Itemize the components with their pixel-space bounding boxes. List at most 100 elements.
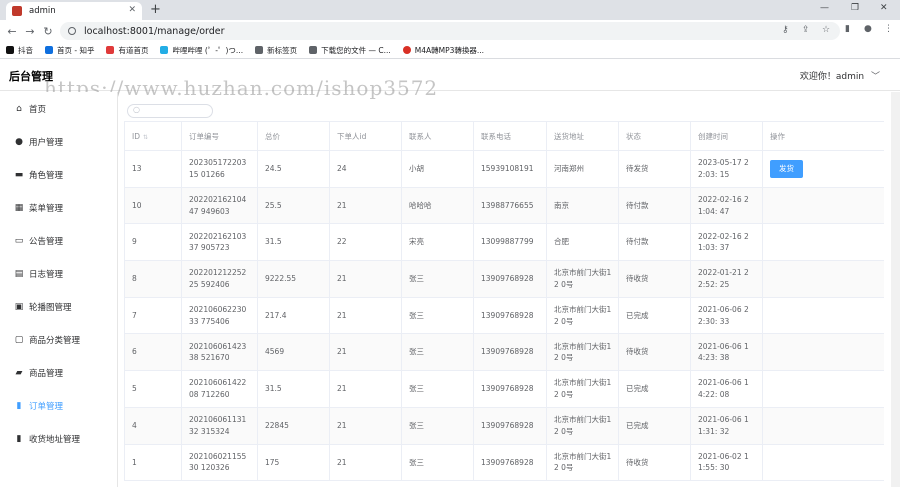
sidebar-item-roles[interactable]: ▬ 角色管理 <box>0 158 117 191</box>
cell-action <box>762 223 884 262</box>
cell-user-id: 21 <box>329 444 402 482</box>
sidebar-item-logs[interactable]: ▤ 日志管理 <box>0 257 117 290</box>
cell-created: 2021-06-06 14:23: 38 <box>690 333 763 372</box>
sidebar-item-categories[interactable]: ▢ 商品分类管理 <box>0 323 117 356</box>
cell-action <box>762 333 884 372</box>
cell-phone: 13909768928 <box>473 333 547 372</box>
cell-order-no: 20220216210337 905723 <box>181 223 258 262</box>
sort-icon[interactable]: ⇅ <box>143 134 148 141</box>
chart-icon: ▮ <box>16 400 22 411</box>
cell-user-id: 21 <box>329 407 402 445</box>
cell-contact: 张三 <box>401 297 474 335</box>
cell-address: 合肥 <box>546 223 619 262</box>
back-icon[interactable]: ← <box>3 25 21 38</box>
cell-phone: 13099887799 <box>473 223 547 262</box>
bookmark-item[interactable]: 抖音 <box>6 45 33 56</box>
cell-user-id: 22 <box>329 223 402 262</box>
table-row: 5 20210606142208 712260 31.5 21 张三 1390976892… <box>124 370 884 408</box>
cell-total: 175 <box>257 444 330 482</box>
cell-address: 北京市前门大街12 0号 <box>546 407 619 445</box>
cell-created: 2022-02-16 21:03: 37 <box>690 223 763 262</box>
table-row: 6 20210606142338 521670 4569 21 张三 1390976892… <box>124 333 884 372</box>
table-header-row: ID ⇅ 订单编号 总价 下单人id 联系人 联系电话 送货地址 状态 创建时间 … <box>124 121 884 151</box>
favicon-icon <box>12 6 22 16</box>
reload-icon[interactable]: ↻ <box>39 25 57 38</box>
site-info-icon[interactable] <box>68 27 76 35</box>
bookmark-item[interactable]: 首页 - 知乎 <box>45 45 94 56</box>
cell-action <box>762 407 884 445</box>
key-icon[interactable]: ⚷ <box>782 25 789 35</box>
bookmark-icon <box>106 46 115 54</box>
table-row: 4 20210606113132 315324 22845 21 张三 139097689… <box>124 407 884 445</box>
cell-total: 31.5 <box>257 223 330 262</box>
column-header: 总价 <box>257 121 330 151</box>
cell-status: 待付款 <box>618 187 691 225</box>
sidebar-item-goods[interactable]: ▰ 商品管理 <box>0 356 117 389</box>
cell-total: 24.5 <box>257 150 330 188</box>
column-header-id[interactable]: ID ⇅ <box>124 121 182 151</box>
profile-icon[interactable]: ● <box>864 24 872 34</box>
sidebar-item-orders[interactable]: ▮ 订单管理 <box>0 389 117 422</box>
scrollbar[interactable] <box>891 92 900 487</box>
maximize-icon[interactable]: ❐ <box>851 3 859 13</box>
app-header: 后台管理 欢迎你！admin ﹀ <box>0 59 900 91</box>
sidebar-item-users[interactable]: ● 用户管理 <box>0 125 117 158</box>
cell-id: 6 <box>124 333 182 372</box>
ship-button[interactable]: 发货 <box>770 159 803 178</box>
column-header: 联系电话 <box>473 121 547 151</box>
cell-order-no: 20220121225225 592406 <box>181 260 258 298</box>
cell-user-id: 21 <box>329 297 402 335</box>
new-tab-button[interactable]: + <box>150 2 161 17</box>
minimize-icon[interactable]: — <box>820 3 829 13</box>
column-header: 创建时间 <box>690 121 763 151</box>
share-icon[interactable]: ⇪ <box>802 25 810 35</box>
address-bar[interactable]: localhost:8001/manage/order ⚷ ⇪ ☆ <box>60 22 840 40</box>
close-icon[interactable]: ✕ <box>128 5 136 15</box>
url-text: localhost:8001/manage/order <box>84 25 225 37</box>
search-input[interactable]: ○ <box>127 104 213 118</box>
browser-tab[interactable]: admin ✕ <box>6 2 142 20</box>
column-header: 状态 <box>618 121 691 151</box>
cell-address: 南京 <box>546 187 619 225</box>
cell-action <box>762 370 884 408</box>
sidebar-item-notices[interactable]: ▭ 公告管理 <box>0 224 117 257</box>
sidebar-item-addresses[interactable]: ▮ 收货地址管理 <box>0 422 117 455</box>
user-menu[interactable]: 欢迎你！admin ﹀ <box>800 69 880 82</box>
bookmark-item[interactable]: M4A轉MP3轉換器... <box>402 45 484 56</box>
bookmark-item[interactable]: 新标签页 <box>255 45 297 56</box>
bookmark-item[interactable]: 下载您的文件 — C... <box>309 45 391 56</box>
cell-contact: 张三 <box>401 407 474 445</box>
cell-phone: 13909768928 <box>473 260 547 298</box>
sidepanel-icon[interactable]: ▮ <box>845 24 850 34</box>
more-icon[interactable]: ⋮ <box>884 24 893 34</box>
sidebar-item-menus[interactable]: ▦ 菜单管理 <box>0 191 117 224</box>
star-icon[interactable]: ☆ <box>822 25 830 35</box>
cell-id: 7 <box>124 297 182 335</box>
cell-phone: 15939108191 <box>473 150 547 188</box>
bookmark-icon <box>160 46 169 54</box>
role-icon: ▬ <box>14 169 24 180</box>
cell-user-id: 21 <box>329 187 402 225</box>
close-window-icon[interactable]: ✕ <box>880 3 888 13</box>
column-header: 联系人 <box>401 121 474 151</box>
cell-order-no: 20220216210447 949603 <box>181 187 258 225</box>
cell-status: 待收货 <box>618 444 691 482</box>
cell-order-no: 20230517220315 01266 <box>181 150 258 188</box>
cell-id: 10 <box>124 187 182 225</box>
notice-icon: ▭ <box>14 235 24 246</box>
sidebar-item-carousel[interactable]: ▣ 轮播图管理 <box>0 290 117 323</box>
cell-id: 5 <box>124 370 182 408</box>
cell-phone: 13909768928 <box>473 297 547 335</box>
chart-icon: ▮ <box>16 433 22 444</box>
cell-status: 已完成 <box>618 370 691 408</box>
bookmark-item[interactable]: 哔哩哔哩 (゜-゜)つ... <box>160 45 243 56</box>
cell-contact: 哈哈哈 <box>401 187 474 225</box>
cell-id: 9 <box>124 223 182 262</box>
forward-icon[interactable]: → <box>21 25 39 38</box>
cell-total: 22845 <box>257 407 330 445</box>
bookmark-item[interactable]: 有道首页 <box>106 45 148 56</box>
cell-user-id: 21 <box>329 260 402 298</box>
table-row: 10 20220216210447 949603 25.5 21 哈哈哈 13988776… <box>124 187 884 225</box>
sidebar-item-home[interactable]: ⌂ 首页 <box>0 92 117 125</box>
cell-created: 2021-06-02 11:55: 30 <box>690 444 763 482</box>
